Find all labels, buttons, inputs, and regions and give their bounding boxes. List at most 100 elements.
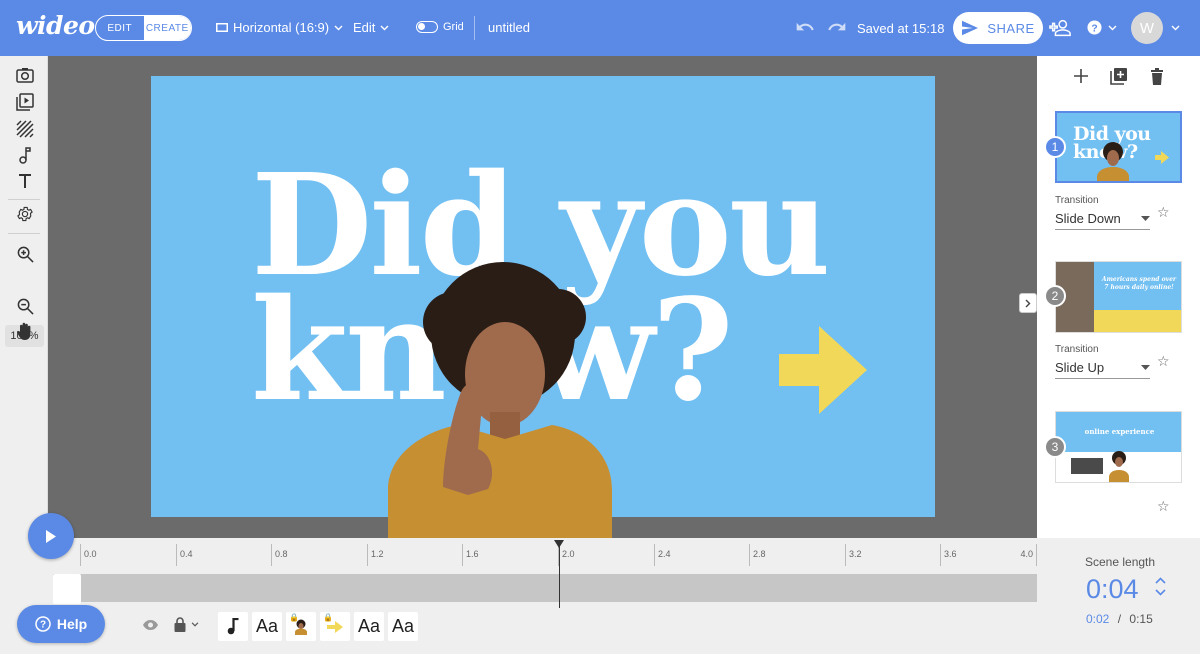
arrow-thumb xyxy=(327,620,343,633)
zoom-out-tool[interactable] xyxy=(14,295,36,317)
svg-text:?: ? xyxy=(1091,23,1097,34)
slide-canvas[interactable]: Did you know? xyxy=(151,76,935,552)
woman-thumb xyxy=(1097,142,1129,181)
chevron-down-icon xyxy=(1108,25,1117,30)
create-mode-button[interactable]: CREATE xyxy=(143,16,191,40)
favorite-star-icon[interactable]: ☆ xyxy=(1157,204,1170,221)
collapse-panel-button[interactable] xyxy=(1019,293,1037,313)
layer-image-woman[interactable]: 🔒 xyxy=(286,612,316,641)
time-separator: / xyxy=(1117,612,1122,626)
ruler-tick: 2.8 xyxy=(749,544,766,566)
wideo-logo[interactable]: wideo xyxy=(16,11,95,40)
user-avatar[interactable]: W xyxy=(1131,12,1163,44)
chevron-down-icon xyxy=(334,25,343,30)
help-button[interactable]: ? Help xyxy=(17,605,105,643)
favorite-star-icon[interactable]: ☆ xyxy=(1157,353,1170,370)
settings-tool[interactable] xyxy=(14,203,36,225)
layer-text-3[interactable]: Aa xyxy=(388,612,418,641)
camera-tool[interactable] xyxy=(14,64,36,86)
background-tool[interactable] xyxy=(14,118,36,140)
music-note-icon xyxy=(19,147,31,164)
chevron-down-icon[interactable] xyxy=(1171,25,1180,31)
play-icon xyxy=(46,529,56,543)
chevron-up-icon[interactable] xyxy=(1155,577,1166,584)
transition-select-2[interactable]: Slide Up xyxy=(1055,357,1150,379)
grid-label: Grid xyxy=(443,21,464,33)
layer-audio[interactable] xyxy=(218,612,248,641)
track-start-handle[interactable] xyxy=(53,574,81,604)
help-label: Help xyxy=(56,616,88,632)
play-button[interactable] xyxy=(28,513,74,559)
favorite-star-icon[interactable]: ☆ xyxy=(1157,498,1170,515)
layers-bar: Aa 🔒 🔒 Aa Aa xyxy=(218,612,418,641)
send-icon xyxy=(962,20,979,36)
playhead[interactable] xyxy=(554,540,564,608)
ruler-tick: 4.0 xyxy=(1010,544,1037,566)
transition-label: Transition xyxy=(1055,195,1099,206)
saved-status: Saved at 15:18 xyxy=(857,21,945,36)
lock-dropdown[interactable] xyxy=(174,617,199,632)
scene-thumbnail-3[interactable]: online experience xyxy=(1055,411,1182,483)
add-collaborator-icon[interactable] xyxy=(1049,17,1071,39)
grid-switch[interactable] xyxy=(416,21,438,33)
music-note-icon xyxy=(227,618,239,635)
transition-select-1[interactable]: Slide Down xyxy=(1055,208,1150,230)
undo-icon[interactable] xyxy=(795,17,815,37)
hand-icon xyxy=(16,322,31,340)
zoom-in-icon xyxy=(17,246,34,263)
edit-mode-button[interactable]: EDIT xyxy=(96,16,144,40)
mode-toggle: EDIT CREATE xyxy=(95,15,192,41)
top-bar: wideo EDIT CREATE Horizontal (16:9) Edit… xyxy=(0,0,1200,56)
pattern-icon xyxy=(16,120,34,138)
zoom-out-icon xyxy=(17,298,34,315)
divider xyxy=(8,233,40,234)
ruler-tick: 3.6 xyxy=(940,544,957,566)
edit-menu[interactable]: Edit xyxy=(353,20,389,35)
ruler-tick: 0.8 xyxy=(271,544,288,566)
transition-value: Slide Up xyxy=(1055,360,1105,375)
layer-text-1[interactable]: Aa xyxy=(252,612,282,641)
scene-thumbnail-2[interactable]: Americans spend over 7 hours daily onlin… xyxy=(1055,261,1182,333)
question-circle-icon: ? xyxy=(35,616,51,632)
timeline-track[interactable] xyxy=(53,574,1037,602)
gear-icon xyxy=(17,206,33,222)
woman-photo[interactable] xyxy=(383,262,618,552)
lock-icon: 🔒 xyxy=(323,613,333,622)
left-toolbar: 100% xyxy=(0,56,48,538)
layer-arrow[interactable]: 🔒 xyxy=(320,612,350,641)
add-scene-icon[interactable] xyxy=(1073,69,1088,83)
project-title[interactable]: untitled xyxy=(488,20,530,35)
grid-toggle[interactable]: Grid xyxy=(416,21,464,33)
chevron-down-icon[interactable] xyxy=(1155,589,1166,596)
yellow-arrow-graphic[interactable] xyxy=(779,326,869,414)
text-tool[interactable] xyxy=(14,170,36,192)
caret-down-icon xyxy=(1141,365,1150,370)
video-tool[interactable] xyxy=(14,91,36,113)
scene-3-preview-text: online experience xyxy=(1084,427,1155,436)
zoom-in-tool[interactable] xyxy=(14,243,36,265)
share-button[interactable]: SHARE xyxy=(953,12,1043,44)
layer-text-2[interactable]: Aa xyxy=(354,612,384,641)
duplicate-scene-icon[interactable] xyxy=(1109,67,1128,85)
help-menu[interactable]: ? xyxy=(1087,20,1117,35)
eye-icon[interactable] xyxy=(142,619,159,631)
scene-2-preview-text: Americans spend over 7 hours daily onlin… xyxy=(1101,276,1177,291)
scene-thumbnail-1[interactable]: Did you know? xyxy=(1055,111,1182,183)
pan-tool[interactable] xyxy=(14,320,36,342)
divider xyxy=(474,16,475,40)
scene-length-value[interactable]: 0:04 xyxy=(1086,574,1139,605)
scene-length-stepper xyxy=(1155,577,1166,596)
edit-menu-label: Edit xyxy=(353,20,376,35)
chevron-down-icon xyxy=(191,622,199,627)
trash-icon[interactable] xyxy=(1150,67,1164,85)
camera-icon xyxy=(16,68,34,83)
ruler-tick: 3.2 xyxy=(845,544,862,566)
redo-icon[interactable] xyxy=(827,17,847,37)
format-dropdown[interactable]: Horizontal (16:9) xyxy=(216,20,343,35)
total-time: 0:15 xyxy=(1129,612,1153,626)
woman-thumb xyxy=(1109,451,1129,482)
format-label: Horizontal (16:9) xyxy=(233,20,330,35)
ruler-tick: 2.4 xyxy=(654,544,671,566)
music-tool[interactable] xyxy=(14,144,36,166)
text-icon xyxy=(19,174,31,188)
